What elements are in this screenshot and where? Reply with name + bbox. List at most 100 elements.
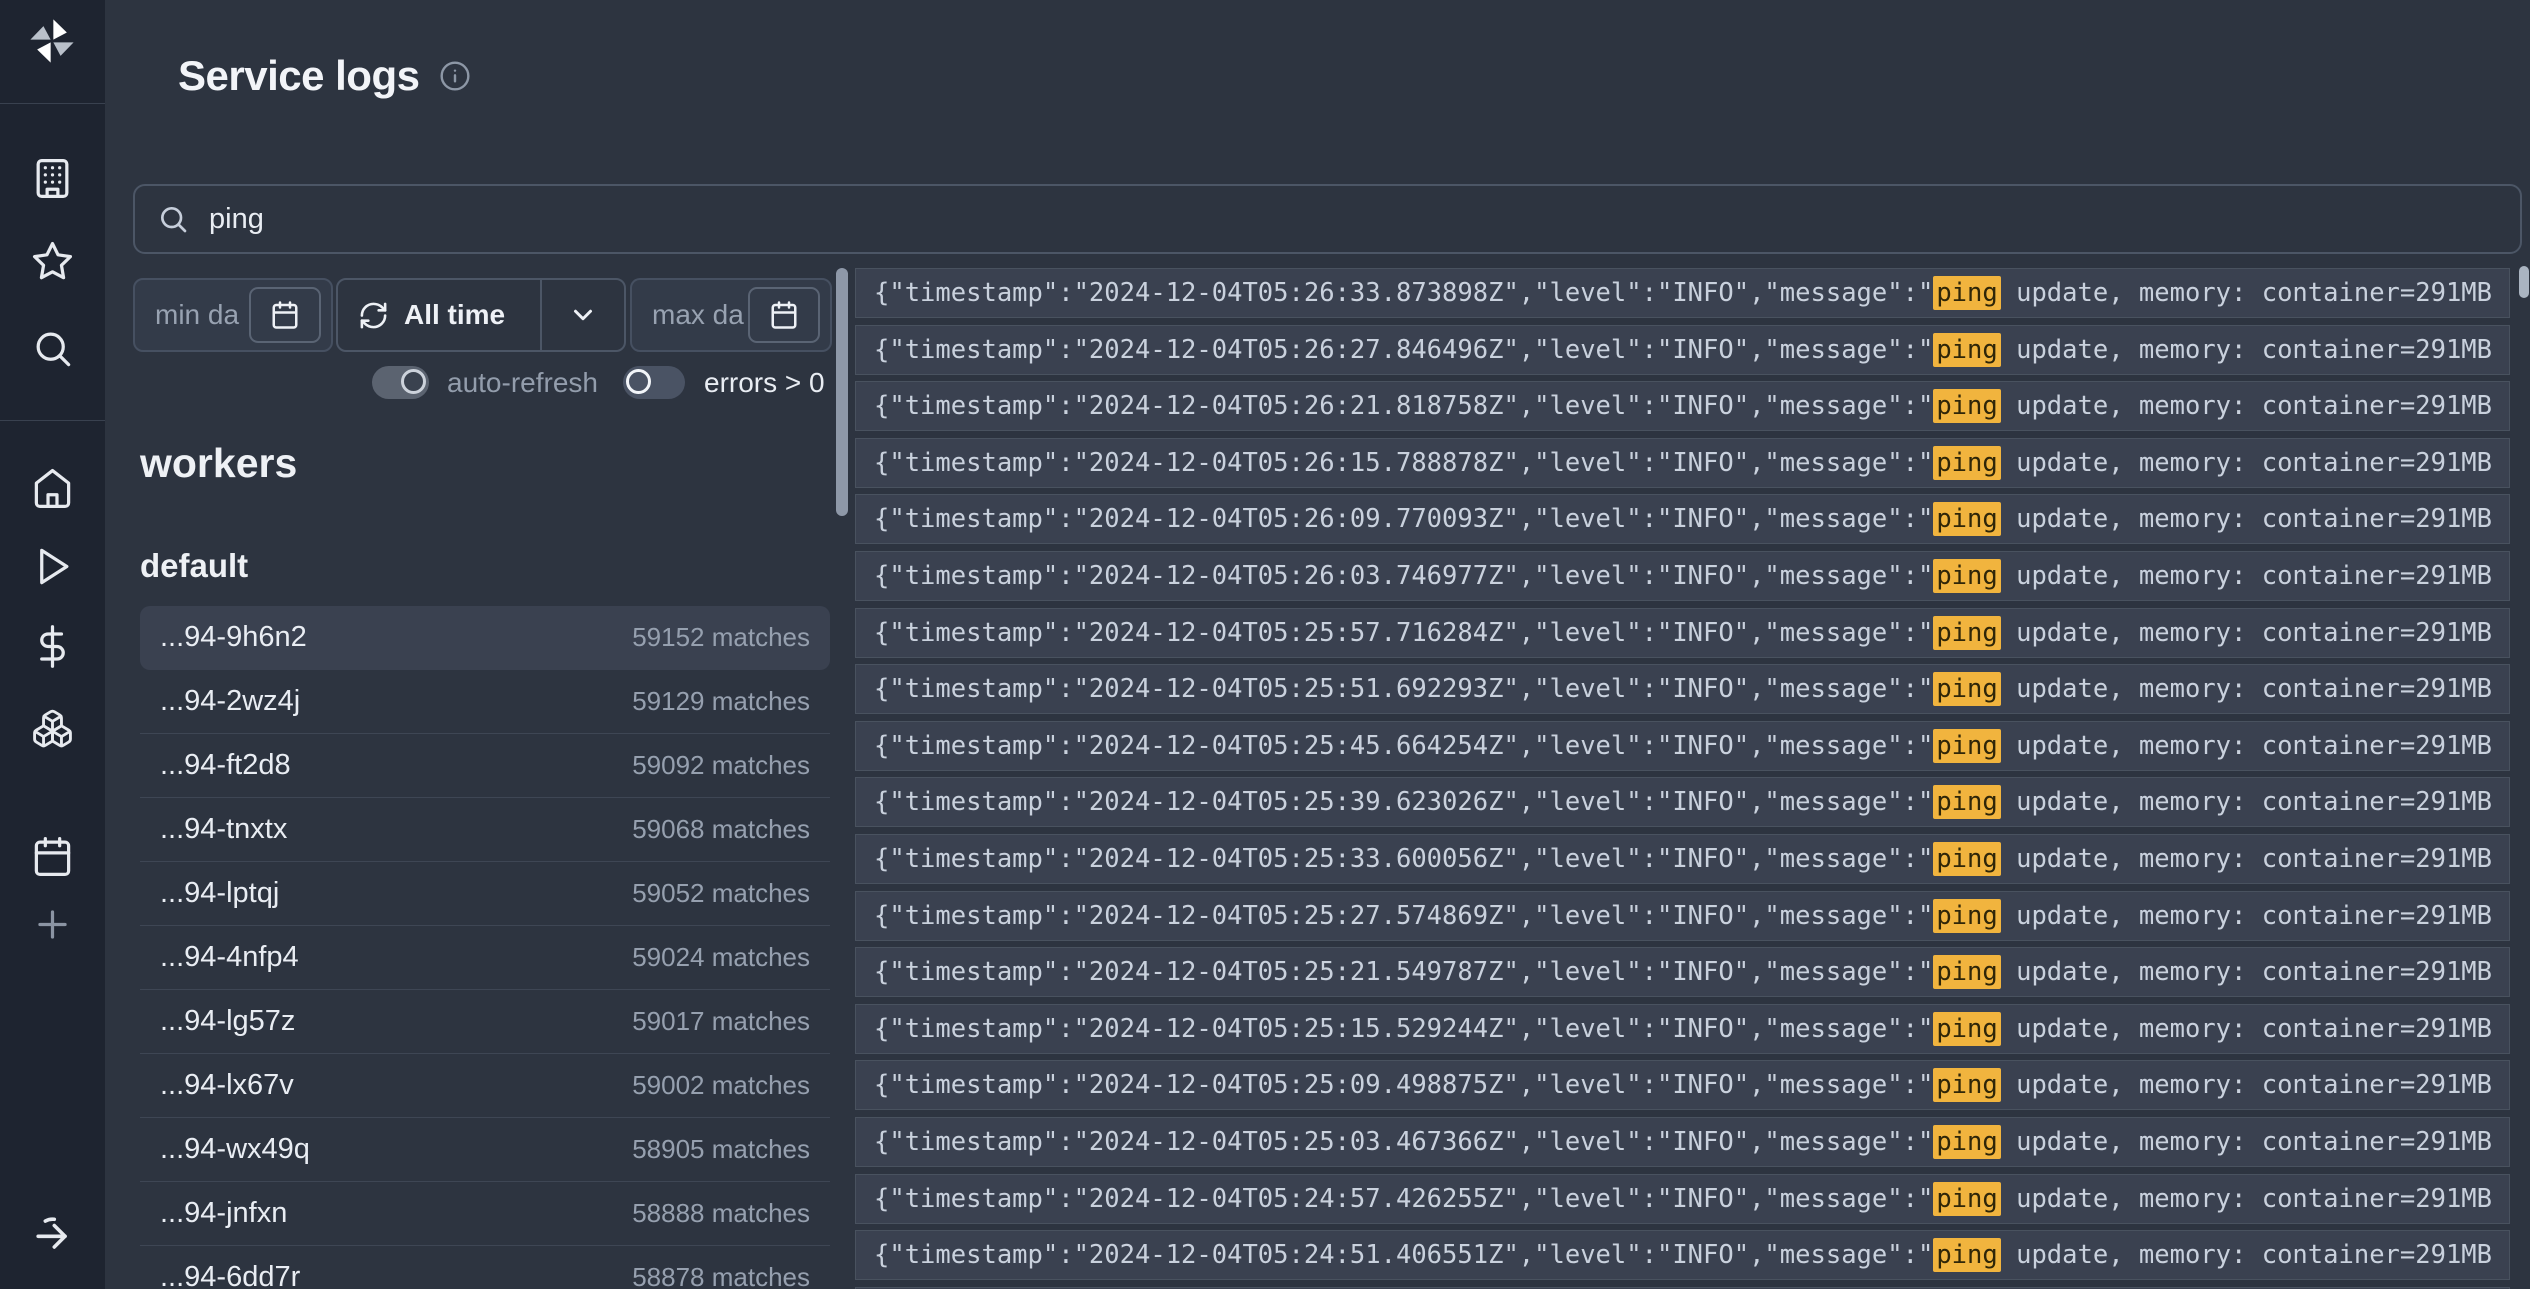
worker-row[interactable]: ...94-2wz4j59129 matches: [140, 670, 830, 734]
log-row[interactable]: {"timestamp":"2024-12-04T05:25:09.498875…: [855, 1060, 2510, 1110]
windmill-logo-icon[interactable]: [25, 14, 79, 68]
errors-toggle[interactable]: [623, 366, 685, 399]
min-date-field[interactable]: min da: [133, 278, 333, 352]
search-nav-icon[interactable]: [31, 327, 74, 370]
play-icon[interactable]: [31, 545, 74, 588]
worker-row[interactable]: ...94-tnxtx59068 matches: [140, 798, 830, 862]
log-row[interactable]: {"timestamp":"2024-12-04T05:26:15.788878…: [855, 438, 2510, 488]
worker-match-count: 59002 matches: [632, 1070, 810, 1101]
search-match-highlight: ping: [1933, 333, 2000, 367]
auto-refresh-toggle-knob: [401, 369, 426, 394]
page-header: Service logs: [178, 52, 471, 100]
worker-match-count: 59024 matches: [632, 942, 810, 973]
log-text: {"timestamp":"2024-12-04T05:26:33.873898…: [874, 278, 1933, 308]
page-title: Service logs: [178, 52, 419, 100]
worker-list: ...94-9h6n2 59152 matches ...94-2wz4j59129…: [140, 606, 830, 1289]
worker-row[interactable]: ...94-4nfp4 59024 matches: [140, 926, 830, 990]
errors-label: errors > 0: [704, 366, 825, 399]
worker-match-count: 59052 matches: [632, 878, 810, 909]
worker-row[interactable]: ...94-lg57z59017 matches: [140, 990, 830, 1054]
expand-sidebar-arrow-icon[interactable]: [31, 1213, 74, 1256]
log-row[interactable]: {"timestamp":"2024-12-04T05:26:27.846496…: [855, 325, 2510, 375]
boxes-icon[interactable]: [31, 707, 74, 750]
star-icon[interactable]: [31, 240, 74, 283]
log-row[interactable]: {"timestamp":"2024-12-04T05:24:51.406551…: [855, 1230, 2510, 1280]
log-row[interactable]: {"timestamp":"2024-12-04T05:26:21.818758…: [855, 381, 2510, 431]
log-text: update, memory: container=291MB: [2001, 787, 2492, 817]
log-row[interactable]: {"timestamp":"2024-12-04T05:24:57.426255…: [855, 1174, 2510, 1224]
search-match-highlight: ping: [1933, 446, 2000, 480]
max-date-calendar-button[interactable]: [748, 287, 820, 343]
log-text: {"timestamp":"2024-12-04T05:26:27.846496…: [874, 335, 1933, 365]
log-row[interactable]: {"timestamp":"2024-12-04T05:26:03.746977…: [855, 551, 2510, 601]
chevron-down-icon: [568, 300, 598, 330]
worker-id: ...94-4nfp4: [160, 941, 299, 974]
log-row[interactable]: {"timestamp":"2024-12-04T05:25:51.692293…: [855, 664, 2510, 714]
log-text: update, memory: container=291MB: [2001, 957, 2492, 987]
log-row[interactable]: {"timestamp":"2024-12-04T05:25:39.623026…: [855, 777, 2510, 827]
log-row[interactable]: {"timestamp":"2024-12-04T05:25:57.716284…: [855, 608, 2510, 658]
sidebar-divider: [0, 420, 105, 421]
building-icon[interactable]: [31, 157, 74, 200]
max-date-field[interactable]: max da: [630, 278, 832, 352]
worker-match-count: 58878 matches: [632, 1262, 810, 1289]
log-row[interactable]: {"timestamp":"2024-12-04T05:25:33.600056…: [855, 834, 2510, 884]
errors-toggle-knob: [626, 369, 651, 394]
worker-match-count: 59129 matches: [632, 686, 810, 717]
search-match-highlight: ping: [1933, 502, 2000, 536]
time-range-label: All time: [404, 299, 505, 331]
max-date-placeholder: max da: [652, 280, 744, 350]
search-match-highlight: ping: [1933, 785, 2000, 819]
worker-row[interactable]: ...94-9h6n2 59152 matches: [140, 606, 830, 670]
log-text: {"timestamp":"2024-12-04T05:26:03.746977…: [874, 561, 1933, 591]
search-match-highlight: ping: [1933, 1012, 2000, 1046]
worker-id: ...94-9h6n2: [160, 621, 307, 654]
time-range-dropdown-button[interactable]: [542, 280, 624, 350]
workers-scrollbar-thumb[interactable]: [836, 268, 848, 516]
log-row[interactable]: {"timestamp":"2024-12-04T05:26:33.873898…: [855, 268, 2510, 318]
log-text: {"timestamp":"2024-12-04T05:24:51.406551…: [874, 1240, 1933, 1270]
log-text: {"timestamp":"2024-12-04T05:24:57.426255…: [874, 1184, 1933, 1214]
log-row[interactable]: {"timestamp":"2024-12-04T05:25:21.549787…: [855, 947, 2510, 997]
log-row[interactable]: {"timestamp":"2024-12-04T05:25:15.529244…: [855, 1004, 2510, 1054]
time-range-button[interactable]: All time: [336, 278, 626, 352]
worker-id: ...94-ft2d8: [160, 749, 291, 782]
log-text: update, memory: container=291MB: [2001, 618, 2492, 648]
worker-row[interactable]: ...94-lx67v59002 matches: [140, 1054, 830, 1118]
min-date-calendar-button[interactable]: [249, 287, 321, 343]
log-row[interactable]: {"timestamp":"2024-12-04T05:25:45.664254…: [855, 721, 2510, 771]
log-row[interactable]: {"timestamp":"2024-12-04T05:25:27.574869…: [855, 891, 2510, 941]
worker-match-count: 59152 matches: [632, 622, 810, 653]
log-text: update, memory: container=291MB: [2001, 731, 2492, 761]
log-row[interactable]: {"timestamp":"2024-12-04T05:26:09.770093…: [855, 494, 2510, 544]
workers-heading: workers: [140, 440, 297, 487]
worker-row[interactable]: ...94-lptqj59052 matches: [140, 862, 830, 926]
sidebar: [0, 0, 105, 1289]
dollar-icon[interactable]: [31, 625, 74, 668]
log-text: {"timestamp":"2024-12-04T05:25:15.529244…: [874, 1014, 1933, 1044]
worker-id: ...94-jnfxn: [160, 1197, 287, 1230]
log-row[interactable]: {"timestamp":"2024-12-04T05:25:03.467366…: [855, 1117, 2510, 1167]
log-text: update, memory: container=291MB: [2001, 335, 2492, 365]
worker-row[interactable]: ...94-jnfxn58888 matches: [140, 1182, 830, 1246]
log-text: {"timestamp":"2024-12-04T05:26:15.788878…: [874, 448, 1933, 478]
auto-refresh-toggle[interactable]: [372, 366, 429, 399]
log-text: {"timestamp":"2024-12-04T05:25:45.664254…: [874, 731, 1933, 761]
sidebar-divider: [0, 103, 105, 104]
log-text: {"timestamp":"2024-12-04T05:26:09.770093…: [874, 504, 1933, 534]
logs-scrollbar-thumb[interactable]: [2519, 266, 2529, 298]
min-date-placeholder: min da: [155, 280, 239, 350]
log-text: {"timestamp":"2024-12-04T05:26:21.818758…: [874, 391, 1933, 421]
plus-icon[interactable]: [31, 903, 74, 946]
worker-row[interactable]: ...94-wx49q58905 matches: [140, 1118, 830, 1182]
worker-group-heading: default: [140, 547, 248, 585]
search-input[interactable]: [207, 202, 2498, 237]
home-icon[interactable]: [31, 467, 74, 510]
time-range-main[interactable]: All time: [338, 280, 540, 350]
search-match-highlight: ping: [1933, 1182, 2000, 1216]
search-icon: [157, 203, 189, 235]
worker-row[interactable]: ...94-ft2d859092 matches: [140, 734, 830, 798]
worker-row[interactable]: ...94-6dd7r58878 matches: [140, 1246, 830, 1289]
calendar-icon[interactable]: [31, 835, 74, 878]
info-icon[interactable]: [439, 60, 471, 92]
